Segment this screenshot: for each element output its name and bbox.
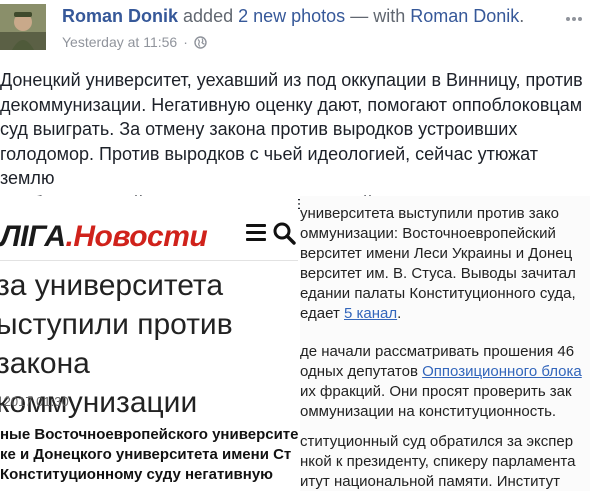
p2-line-1: де начали рассматривать прошения 46 [300,343,575,360]
meta-separator: · [183,34,188,50]
p2-line-4: оммунизации на конституционность. [300,403,557,420]
p2-line-3: их фракций. Они просят проверить зак [300,383,572,400]
timestamp-link[interactable]: Yesterday at 11:56 [62,34,177,50]
p1-line-6-pre: едает [300,305,344,322]
opposition-bloc-link: Оппозиционного блока [422,363,582,380]
article-paragraph-3: ституционный суд обратился за экспер нко… [300,432,590,491]
p2-line-2-pre: одных депутатов [300,363,423,380]
author-name-link[interactable]: Roman Donik [62,6,178,26]
p1-line-4: верситет им. В. Стуса. Выводы зачитал [300,265,576,282]
post-text: Донецкий университет, уехавший из под ок… [0,70,583,213]
action-text: added [183,6,234,26]
avatar-image [0,4,46,50]
logo-liga: ЛIГА [0,220,66,253]
article-summary: ные Восточноевропейского университе ке и… [0,426,298,483]
avatar[interactable] [0,4,46,50]
header-divider [0,260,298,261]
photo-2[interactable]: университета выступили против зако оммун… [300,196,590,491]
photos-link[interactable]: 2 new photos [238,6,345,26]
post-meta: Yesterday at 11:56 · [62,34,207,50]
with-text: — with [350,6,406,26]
tagged-user-link[interactable]: Roman Donik [410,6,519,26]
post-header: Roman Donik added 2 new photos — with Ro… [0,0,590,62]
p3-line-3: итут национальной памяти. Институт [300,473,560,490]
p3-line-2: нкой к президенту, спикеру парламента [300,453,576,470]
p1-line-2: оммунизации: Восточноевропейский [300,225,556,242]
photo-1[interactable]: ЛIГА.Новости за университета ыступили пр… [0,196,298,491]
more-options-icon[interactable] [566,8,584,21]
menu-icon [246,224,266,242]
article-date: .2017 01:30 [0,394,69,409]
search-icon [272,221,296,245]
p1-line-3: верситет имени Леси Украины и Донец [300,245,573,262]
post-header-line: Roman Donik added 2 new photos — with Ro… [62,6,524,27]
liga-logo: ЛIГА.Новости [0,220,208,254]
p1-line-1: университета выступили против зако [300,205,560,222]
p1-line-6-post: . [397,305,402,322]
p3-line-1: ституционный суд обратился за экспер [300,433,574,450]
p1-line-5: едании палаты Конституционного суда, [300,285,576,302]
channel-5-link: 5 канал [344,305,398,322]
logo-novosti: .Новости [65,220,208,253]
article-paragraph-1: университета выступили против зако оммун… [300,204,590,324]
globe-icon[interactable] [194,35,207,49]
article-paragraph-2: де начали рассматривать прошения 46 одны… [300,342,590,422]
period-text: . [519,6,525,26]
